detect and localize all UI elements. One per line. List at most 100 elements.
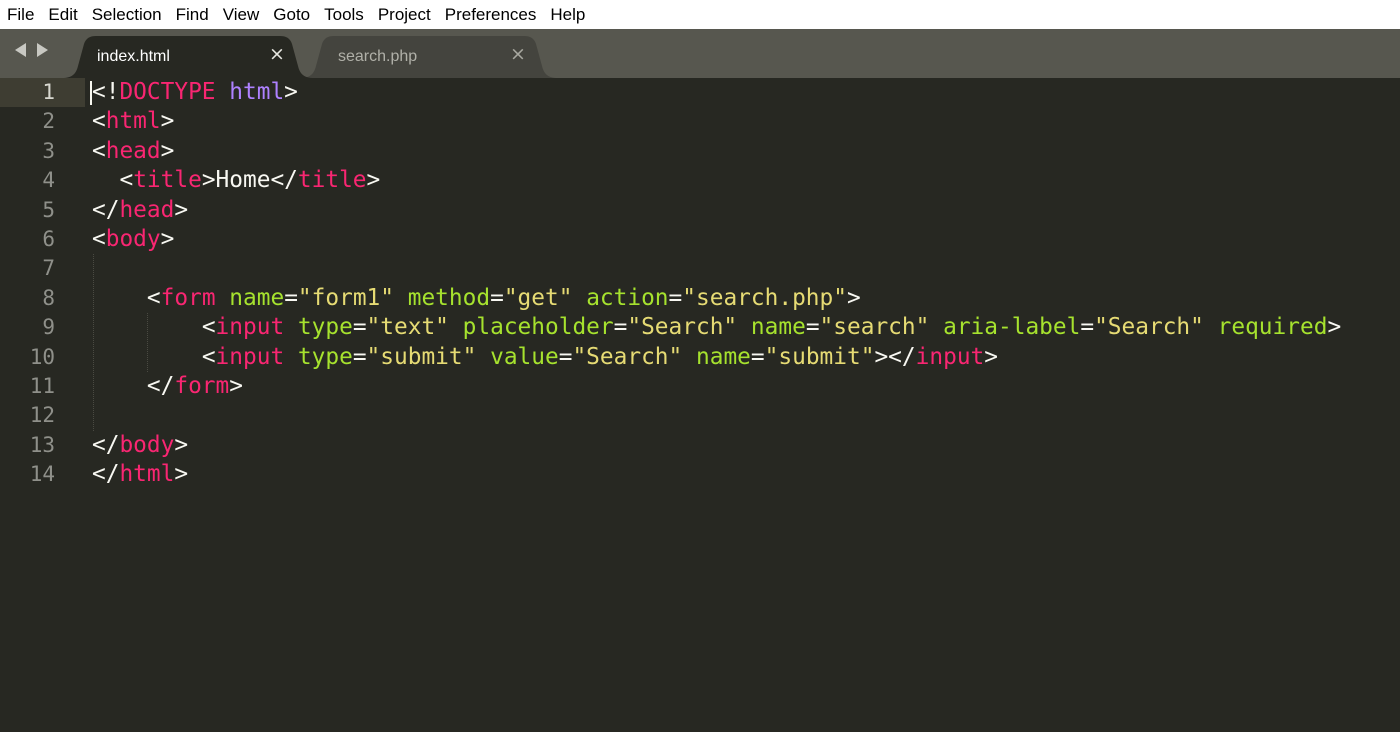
line-number: 5 — [42, 197, 55, 222]
nav-right-arrow-icon[interactable] — [37, 43, 48, 57]
line-number: 1 — [42, 80, 55, 104]
code-token: name — [229, 284, 285, 311]
code-token: > — [160, 226, 175, 252]
code-token: = — [750, 343, 765, 370]
code-token: </ — [92, 461, 120, 488]
code-token: > — [174, 431, 189, 458]
code-token: </ — [92, 196, 120, 223]
indent-guide — [147, 313, 148, 372]
line-number: 2 — [42, 109, 55, 134]
code-token: input — [915, 343, 985, 370]
code-token: html — [105, 108, 161, 135]
menu-goto[interactable]: Goto — [266, 0, 317, 29]
code-token: "text" — [366, 314, 449, 341]
code-token: < — [92, 108, 106, 135]
code-token: > — [174, 196, 189, 223]
close-icon[interactable]: × — [269, 45, 285, 64]
code-token: placeholder — [462, 314, 614, 341]
code-token: input — [215, 343, 285, 370]
code-token: input — [215, 314, 285, 341]
code-line: </body> — [92, 431, 188, 460]
line-number: 9 — [42, 315, 55, 340]
menu-project[interactable]: Project — [371, 0, 438, 29]
code-editor[interactable]: 1 2 3 4 5 6 7 8 9 10 11 12 13 14 <!DOCTYPE html> <html… — [0, 78, 1400, 732]
code-token: < — [119, 167, 134, 194]
nav-left-arrow-icon[interactable] — [15, 43, 26, 57]
line-number: 8 — [42, 285, 55, 310]
code-token: = — [490, 284, 504, 311]
menu-preferences[interactable]: Preferences — [438, 0, 544, 29]
code-token: "search" — [819, 314, 930, 341]
tab-search-php[interactable]: search.php × — [300, 36, 558, 78]
code-line: </html> — [92, 460, 188, 489]
line-number: 6 — [42, 227, 55, 251]
code-token: type — [297, 343, 353, 370]
code-token: = — [352, 343, 367, 370]
code-token: "get" — [503, 284, 573, 311]
code-line: <input type="text" placeholder="Search" … — [92, 313, 1341, 342]
code-line: </form> — [92, 372, 243, 401]
code-token: "submit" — [366, 343, 477, 370]
code-token: aria-label — [943, 314, 1081, 341]
menu-tools[interactable]: Tools — [317, 0, 371, 29]
menu-bar: File Edit Selection Find View Goto Tools Projec… — [0, 0, 1400, 29]
tab-bar: search.php × index.html × — [0, 29, 1400, 78]
tab-index-html[interactable]: index.html × — [62, 36, 314, 78]
code-token: = — [284, 284, 298, 311]
code-line: <!DOCTYPE html> — [92, 78, 298, 107]
code-token: > — [160, 137, 175, 164]
menu-help[interactable]: Help — [543, 0, 592, 29]
menu-selection[interactable]: Selection — [85, 0, 169, 29]
menu-edit[interactable]: Edit — [41, 0, 84, 29]
line-number: 13 — [29, 432, 55, 457]
code-token: action — [586, 284, 669, 311]
code-token: </ — [92, 431, 120, 458]
code-token: > — [846, 284, 861, 311]
line-number: 7 — [42, 256, 55, 281]
code-token: > — [160, 108, 175, 135]
code-line: <head> — [92, 137, 174, 166]
code-token: Home — [215, 167, 271, 194]
code-token: </ — [146, 373, 175, 399]
code-token: required — [1217, 314, 1328, 341]
menu-find[interactable]: Find — [169, 0, 216, 29]
code-token: > — [366, 167, 381, 194]
line-number: 14 — [29, 462, 55, 487]
tab-label: search.php — [338, 48, 418, 65]
code-token: = — [668, 284, 683, 311]
code-token: < — [201, 343, 216, 370]
code-token: "search.php" — [682, 284, 847, 311]
code-line: </head> — [92, 196, 188, 225]
code-token: "form1" — [297, 284, 394, 311]
text-cursor — [90, 81, 92, 105]
code-token: method — [407, 284, 491, 311]
menu-file[interactable]: File — [0, 0, 41, 29]
code-token: form — [174, 373, 230, 399]
code-line: <html> — [92, 107, 174, 136]
code-token: value — [490, 343, 559, 370]
code-token: <! — [92, 79, 120, 105]
line-number: 10 — [29, 344, 55, 369]
code-token: "Search" — [1094, 314, 1204, 341]
code-token: > — [201, 167, 216, 194]
code-token: type — [297, 314, 353, 341]
close-icon[interactable]: × — [510, 45, 526, 64]
code-token: head — [105, 137, 161, 164]
code-token: > — [229, 373, 243, 399]
menu-view[interactable]: View — [216, 0, 267, 29]
code-token: body — [105, 226, 161, 252]
code-token: body — [119, 431, 175, 458]
line-number: 12 — [29, 403, 55, 428]
code-token: < — [201, 314, 216, 341]
